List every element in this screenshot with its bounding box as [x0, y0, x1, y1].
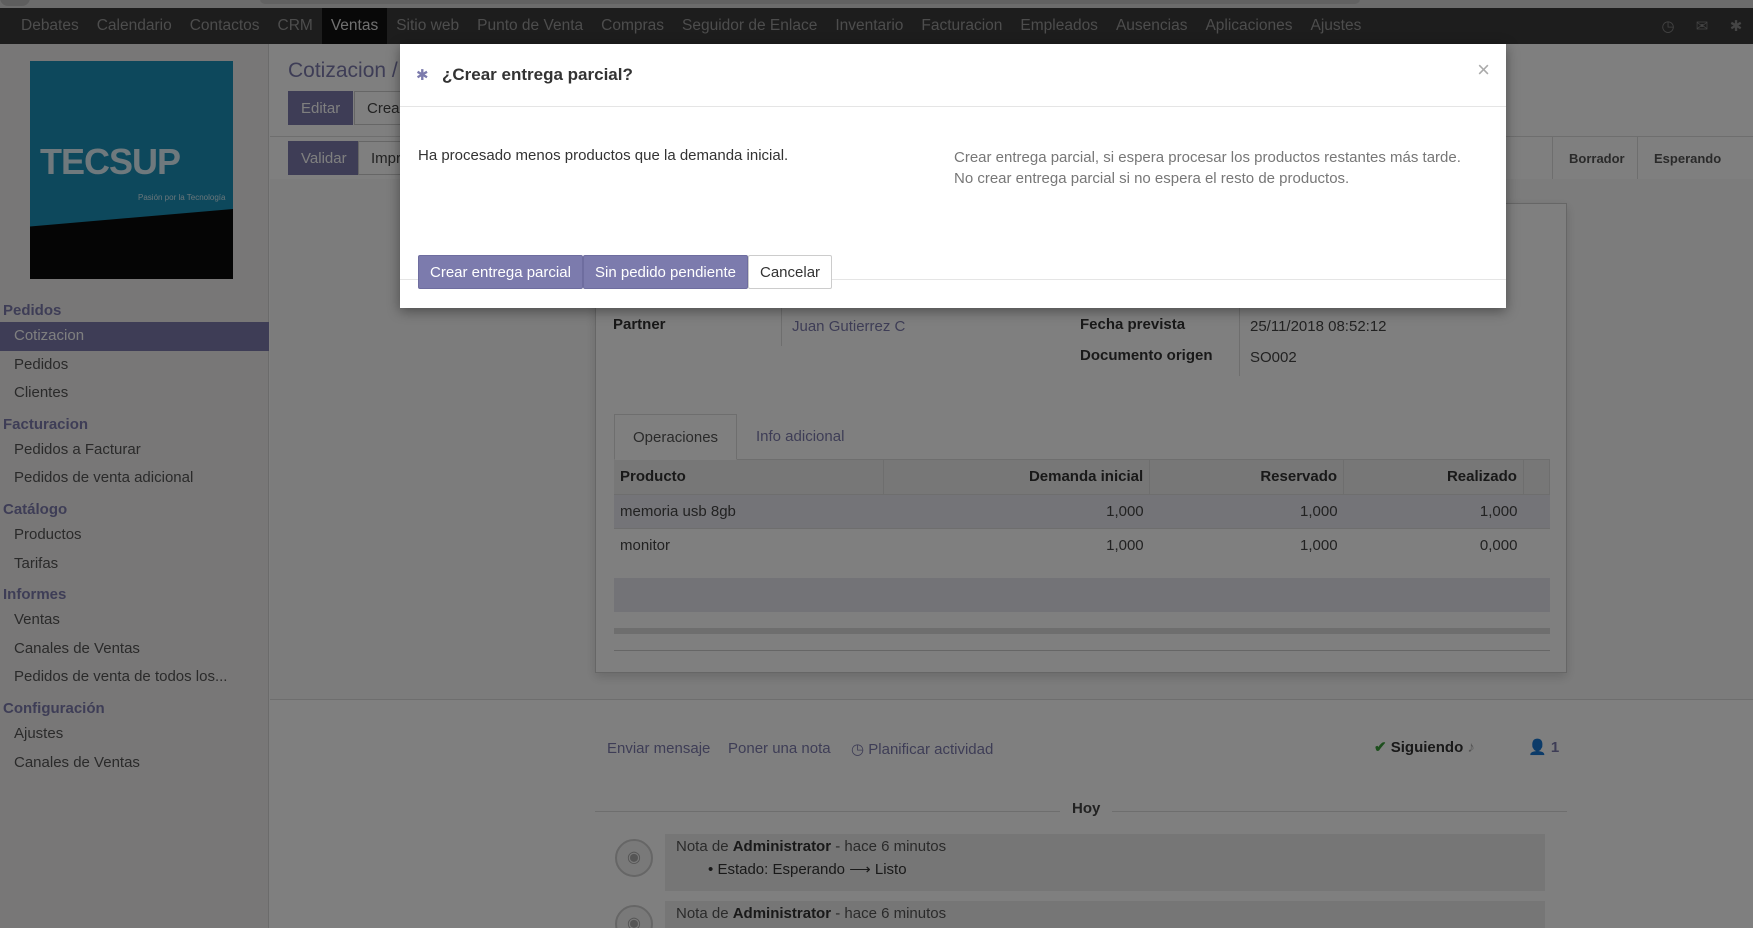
dialog-header: ✱ ¿Crear entrega parcial? ×	[400, 44, 1506, 107]
dialog-help: Crear entrega parcial, si espera procesa…	[954, 149, 1461, 187]
partial-delivery-dialog: ✱ ¿Crear entrega parcial? × Ha procesado…	[400, 44, 1506, 308]
cancel-button[interactable]: Cancelar	[748, 255, 833, 289]
bug-icon: ✱	[416, 67, 429, 84]
dialog-message: Ha procesado menos productos que la dema…	[418, 147, 789, 164]
dialog-title: ¿Crear entrega parcial?	[442, 65, 633, 84]
create-backorder-button[interactable]: Crear entrega parcial	[418, 255, 583, 289]
no-backorder-button[interactable]: Sin pedido pendiente	[583, 255, 748, 289]
close-icon[interactable]: ×	[1477, 58, 1490, 82]
